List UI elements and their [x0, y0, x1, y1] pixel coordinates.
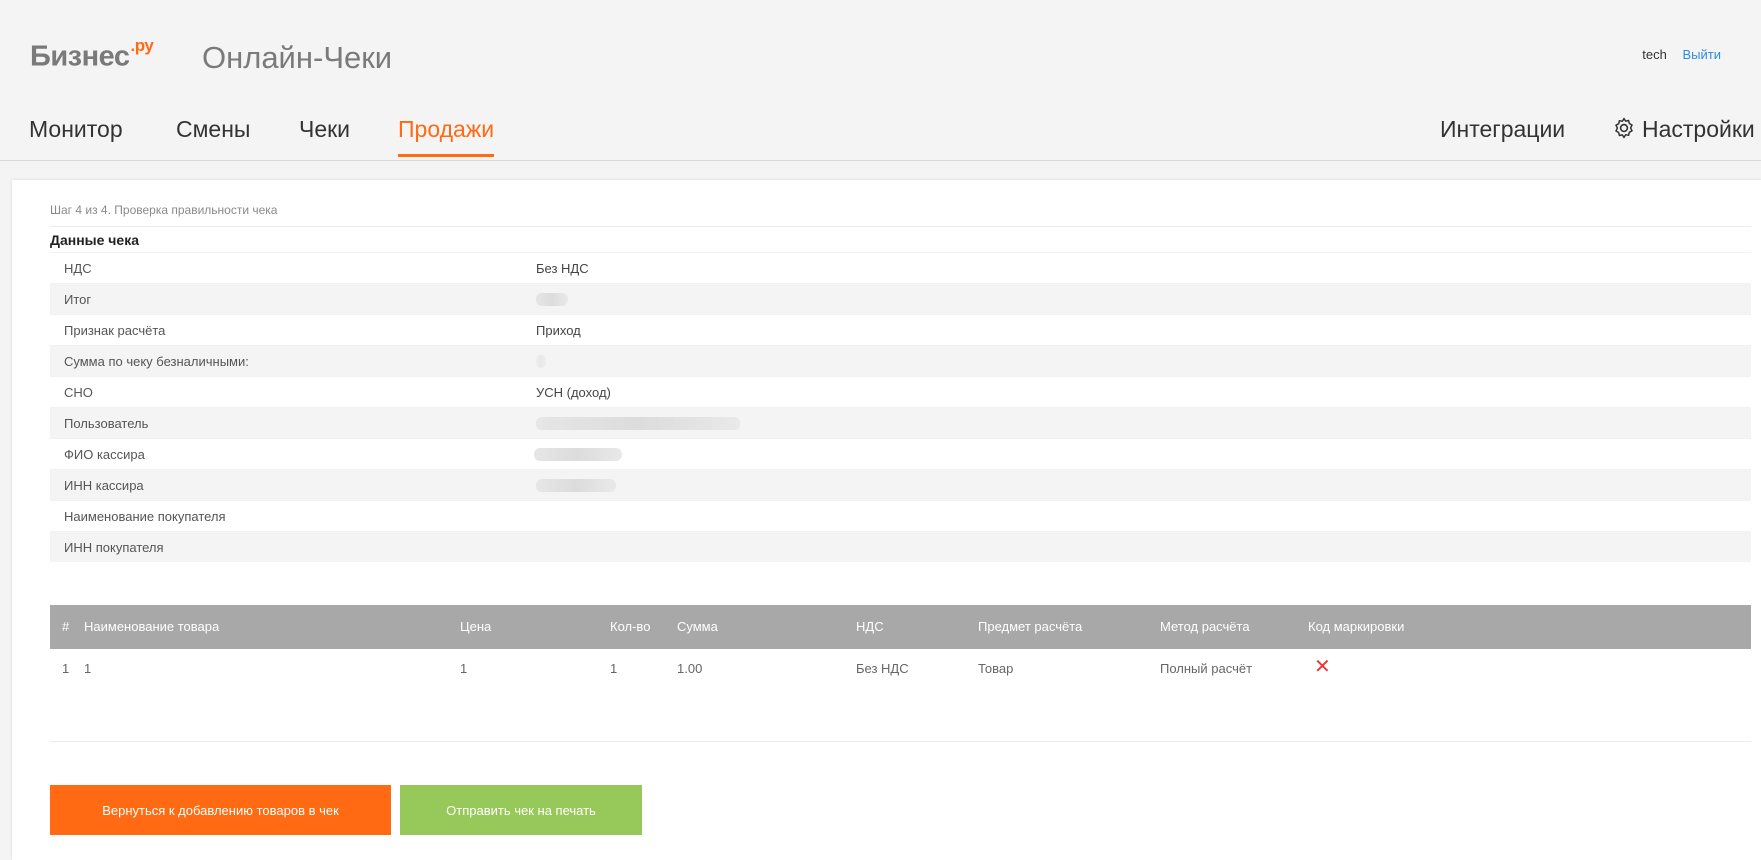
- table-row: 1 1 1 1 1.00 Без НДС Товар Полный расчёт…: [50, 649, 1751, 685]
- detail-row-vat: НДС Без НДС: [50, 252, 1751, 283]
- column-header-name: Наименование товара: [84, 619, 220, 634]
- detail-row-cashier-name: ФИО кассира: [50, 438, 1751, 469]
- close-icon[interactable]: ✕: [1314, 657, 1331, 677]
- redacted-value: [534, 448, 622, 461]
- divider: [50, 226, 1751, 227]
- tab-sales[interactable]: Продажи: [398, 116, 495, 157]
- app-title: Онлайн-Чеки: [202, 40, 393, 75]
- detail-label: Итог: [64, 292, 92, 307]
- step-indicator: Шаг 4 из 4. Проверка правильности чека: [50, 203, 278, 217]
- redacted-value: [536, 417, 740, 430]
- brand-logo[interactable]: Бизнес.ру: [30, 36, 154, 74]
- main-navigation: Монитор Смены Чеки Продажи Интеграции На…: [0, 110, 1761, 161]
- logo-text: Бизнес: [30, 40, 130, 73]
- detail-value: Без НДС: [536, 261, 589, 276]
- logout-link[interactable]: Выйти: [1683, 47, 1722, 62]
- settings-label: Настройки: [1642, 116, 1755, 143]
- gear-icon: [1612, 116, 1636, 146]
- cell-name: 1: [84, 661, 92, 676]
- column-header-marking: Код маркировки: [1308, 619, 1405, 634]
- column-header-price: Цена: [460, 619, 492, 634]
- column-header-subject: Предмет расчёта: [978, 619, 1083, 634]
- divider: [50, 741, 1751, 742]
- receipt-details: НДС Без НДС Итог Признак расчёта Приход …: [50, 252, 1751, 562]
- column-header-sum: Сумма: [677, 619, 718, 634]
- back-to-add-items-button[interactable]: Вернуться к добавлению товаров в чек: [50, 785, 391, 835]
- detail-label: ИНН кассира: [64, 478, 144, 493]
- items-table: # Наименование товара Цена Кол-во Сумма …: [50, 605, 1751, 685]
- send-to-print-button[interactable]: Отправить чек на печать: [400, 785, 642, 835]
- detail-row-payment-sign: Признак расчёта Приход: [50, 314, 1751, 345]
- detail-row-buyer-inn: ИНН покупателя: [50, 531, 1751, 562]
- user-name: tech: [1642, 47, 1667, 62]
- table-header: # Наименование товара Цена Кол-во Сумма …: [50, 605, 1751, 649]
- detail-value: Приход: [536, 323, 581, 338]
- cell-method: Полный расчёт: [1160, 661, 1253, 676]
- detail-row-total: Итог: [50, 283, 1751, 314]
- cell-num: 1: [62, 661, 70, 676]
- user-area: tech Выйти: [1642, 47, 1721, 62]
- detail-label: Признак расчёта: [64, 323, 166, 338]
- detail-row-cashless-sum: Сумма по чеку безналичными:: [50, 345, 1751, 376]
- tab-settings[interactable]: Настройки: [1612, 116, 1755, 157]
- logo-superscript: .ру: [130, 36, 154, 55]
- redacted-value: [536, 479, 616, 492]
- top-bar: Бизнес.ру Онлайн-Чеки tech Выйти: [0, 0, 1761, 110]
- column-header-method: Метод расчёта: [1160, 619, 1250, 634]
- detail-label: НДС: [64, 261, 92, 276]
- receipt-review-panel: Шаг 4 из 4. Проверка правильности чека Д…: [12, 180, 1761, 860]
- tab-shifts[interactable]: Смены: [176, 116, 250, 154]
- detail-row-buyer-name: Наименование покупателя: [50, 500, 1751, 531]
- tab-integrations[interactable]: Интеграции: [1440, 116, 1565, 154]
- cell-vat: Без НДС: [856, 661, 909, 676]
- detail-row-tax-system: СНО УСН (доход): [50, 376, 1751, 407]
- column-header-num: #: [62, 619, 70, 634]
- detail-label: СНО: [64, 385, 93, 400]
- cell-sum: 1.00: [677, 661, 703, 676]
- section-title: Данные чека: [50, 232, 140, 248]
- detail-label: Наименование покупателя: [64, 509, 226, 524]
- redacted-value: [536, 355, 546, 368]
- tab-receipts[interactable]: Чеки: [299, 116, 350, 154]
- cell-qty: 1: [610, 661, 618, 676]
- detail-value: УСН (доход): [536, 385, 611, 400]
- detail-label: Сумма по чеку безналичными:: [64, 354, 249, 369]
- detail-label: Пользователь: [64, 416, 149, 431]
- detail-label: ФИО кассира: [64, 447, 145, 462]
- cell-subject: Товар: [978, 661, 1014, 676]
- column-header-qty: Кол-во: [610, 619, 651, 634]
- cell-price: 1: [460, 661, 468, 676]
- detail-row-cashier-inn: ИНН кассира: [50, 469, 1751, 500]
- detail-row-user: Пользователь: [50, 407, 1751, 438]
- detail-label: ИНН покупателя: [64, 540, 164, 555]
- tab-monitor[interactable]: Монитор: [29, 116, 123, 154]
- redacted-value: [536, 293, 568, 306]
- column-header-vat: НДС: [856, 619, 884, 634]
